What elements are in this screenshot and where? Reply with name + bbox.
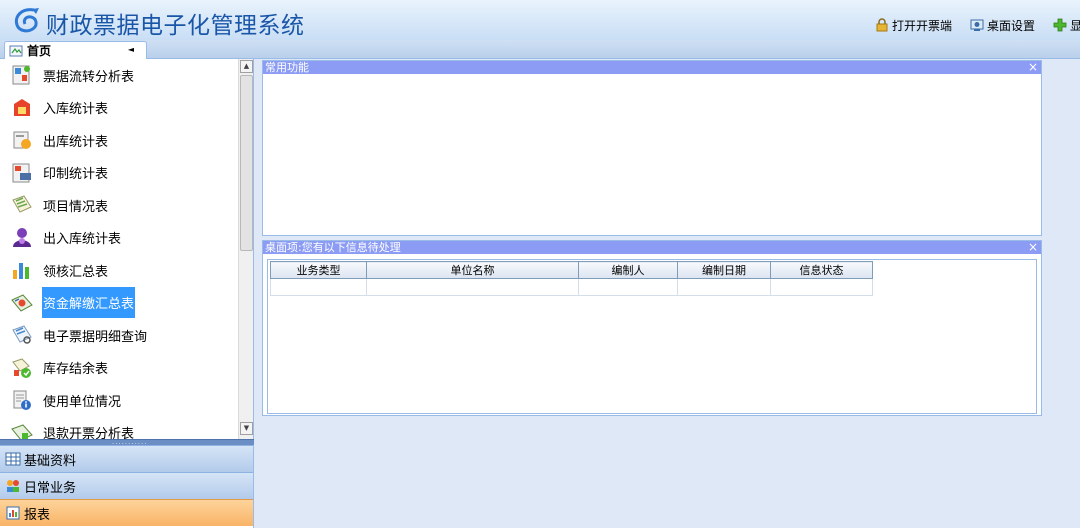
menu-item-inbound-stats[interactable]: 入库统计表 <box>0 92 238 125</box>
desktop-settings-link[interactable]: 桌面设置 <box>970 16 1035 34</box>
menu-item-detail-query[interactable]: 电子票据明细查询 <box>0 319 238 352</box>
menu-item-flow-analysis[interactable]: 票据流转分析表 <box>0 59 238 92</box>
app-logo-icon <box>14 8 39 33</box>
section-basic-data-label: 基础资料 <box>24 453 77 469</box>
table-cell <box>770 278 873 296</box>
open-invoice-label: 打开开票端 <box>892 18 953 33</box>
desktop-settings-icon <box>970 19 984 31</box>
lock-icon <box>876 18 888 32</box>
menu-item-unit-info[interactable]: 使用单位情况 <box>0 384 238 417</box>
table-cell <box>677 278 771 296</box>
col-prepare-date[interactable]: 编制日期 <box>677 261 771 279</box>
menu-item-label: 领核汇总表 <box>43 264 109 280</box>
scroll-up-button[interactable]: ▲ <box>240 60 253 73</box>
pending-items-grid: 业务类型 单位名称 编制人 编制日期 信息状态 <box>267 259 1037 414</box>
menu-item-label: 退款开票分析表 <box>43 427 135 439</box>
menu-item-label: 票据流转分析表 <box>43 69 135 85</box>
col-business-type[interactable]: 业务类型 <box>270 261 367 279</box>
common-functions-title: 常用功能 <box>265 61 309 74</box>
report-icon <box>6 506 20 520</box>
pending-items-panel: 桌面项:您有以下信息待处理 × 业务类型 单位名称 编制人 编制日期 信息状态 <box>262 240 1042 416</box>
menu-item-bar-summary[interactable]: 领核汇总表 <box>0 254 238 287</box>
fund-remit-icon <box>11 294 33 312</box>
inbound-stats-icon <box>14 98 30 116</box>
scroll-down-button[interactable]: ▼ <box>240 422 253 435</box>
refund-analysis-icon <box>11 424 33 439</box>
menu-item-label: 电子票据明细查询 <box>43 329 148 345</box>
desktop-settings-label: 桌面设置 <box>987 18 1036 33</box>
menu-item-label: 出入库统计表 <box>43 232 122 248</box>
scroll-thumb[interactable] <box>240 75 253 251</box>
menu-item-outbound-stats[interactable]: 出库统计表 <box>0 124 238 157</box>
section-basic-data[interactable]: 基础资料 <box>0 445 253 472</box>
tab-home[interactable]: 首页 ◄ <box>4 41 147 59</box>
pending-items-close-icon[interactable]: × <box>1028 241 1038 254</box>
pending-items-header: 桌面项:您有以下信息待处理 × <box>263 241 1041 254</box>
tab-collapse-arrow[interactable]: ◄ <box>128 45 134 54</box>
report-menu-list: 票据流转分析表 入库统计表 出库统计表 印制统计表 项目情况表 出入库统计表 领… <box>0 59 238 439</box>
common-functions-close-icon[interactable]: × <box>1028 61 1038 74</box>
menu-item-label: 印制统计表 <box>43 167 109 183</box>
menu-item-label: 入库统计表 <box>43 102 109 118</box>
col-preparer[interactable]: 编制人 <box>578 261 678 279</box>
plus-icon <box>1053 18 1067 32</box>
table-row[interactable] <box>270 278 873 296</box>
section-reports-label: 报表 <box>24 507 51 523</box>
menu-item-label: 库存结余表 <box>43 362 109 378</box>
table-cell <box>578 278 678 296</box>
common-functions-panel: 常用功能 × <box>262 60 1042 236</box>
menu-item-label: 出库统计表 <box>43 134 109 150</box>
common-functions-header: 常用功能 × <box>263 61 1041 74</box>
table-cell <box>366 278 579 296</box>
pending-items-table: 业务类型 单位名称 编制人 编制日期 信息状态 <box>270 261 873 296</box>
pending-items-title: 桌面项:您有以下信息待处理 <box>265 241 401 254</box>
menu-scrollbar[interactable]: ▲ ▼ <box>238 59 253 439</box>
app-title: 财政票据电子化管理系统 <box>46 13 305 39</box>
header-links: 打开开票端 桌面设置 显示 <box>875 16 1080 34</box>
section-daily-business-label: 日常业务 <box>24 480 77 496</box>
menu-item-label: 资金解缴汇总表 <box>42 287 136 319</box>
sidebar: 票据流转分析表 入库统计表 出库统计表 印制统计表 项目情况表 出入库统计表 领… <box>0 59 254 528</box>
print-stats-icon <box>12 163 31 183</box>
menu-item-project[interactable]: 项目情况表 <box>0 189 238 222</box>
show-label: 显示 <box>1070 18 1080 33</box>
app-header: 财政票据电子化管理系统 打开开票端 桌面设置 显示 <box>0 0 1080 40</box>
inventory-icon <box>12 358 31 378</box>
table-cell <box>270 278 367 296</box>
table-icon <box>5 452 21 466</box>
menu-item-print-stats[interactable]: 印制统计表 <box>0 157 238 190</box>
project-icon <box>12 195 32 213</box>
section-reports[interactable]: 报表 <box>0 499 253 526</box>
menu-item-label: 项目情况表 <box>43 199 109 215</box>
col-unit-name[interactable]: 单位名称 <box>366 261 579 279</box>
show-link[interactable]: 显示 <box>1053 16 1080 34</box>
unit-info-icon <box>13 390 31 411</box>
inout-stats-icon <box>13 227 31 247</box>
splitter-grip: ........... <box>112 438 148 446</box>
menu-item-fund-remit[interactable]: 资金解缴汇总表 <box>0 287 238 320</box>
menu-item-refund-analysis[interactable]: 退款开票分析表 <box>0 417 238 439</box>
flow-analysis-icon <box>12 65 30 85</box>
people-icon <box>7 480 19 492</box>
menu-item-inout-stats[interactable]: 出入库统计表 <box>0 222 238 255</box>
tab-strip: 首页 ◄ <box>0 40 1080 59</box>
col-info-status[interactable]: 信息状态 <box>770 261 873 279</box>
menu-item-inventory[interactable]: 库存结余表 <box>0 352 238 385</box>
section-daily-business[interactable]: 日常业务 <box>0 472 253 499</box>
open-invoice-link[interactable]: 打开开票端 <box>875 16 952 34</box>
home-page-icon <box>9 45 23 56</box>
outbound-stats-icon <box>13 131 31 150</box>
detail-query-icon <box>12 325 32 344</box>
menu-item-label: 使用单位情况 <box>43 394 122 410</box>
tab-home-label: 首页 <box>27 44 52 58</box>
bar-chart-icon <box>13 263 29 280</box>
